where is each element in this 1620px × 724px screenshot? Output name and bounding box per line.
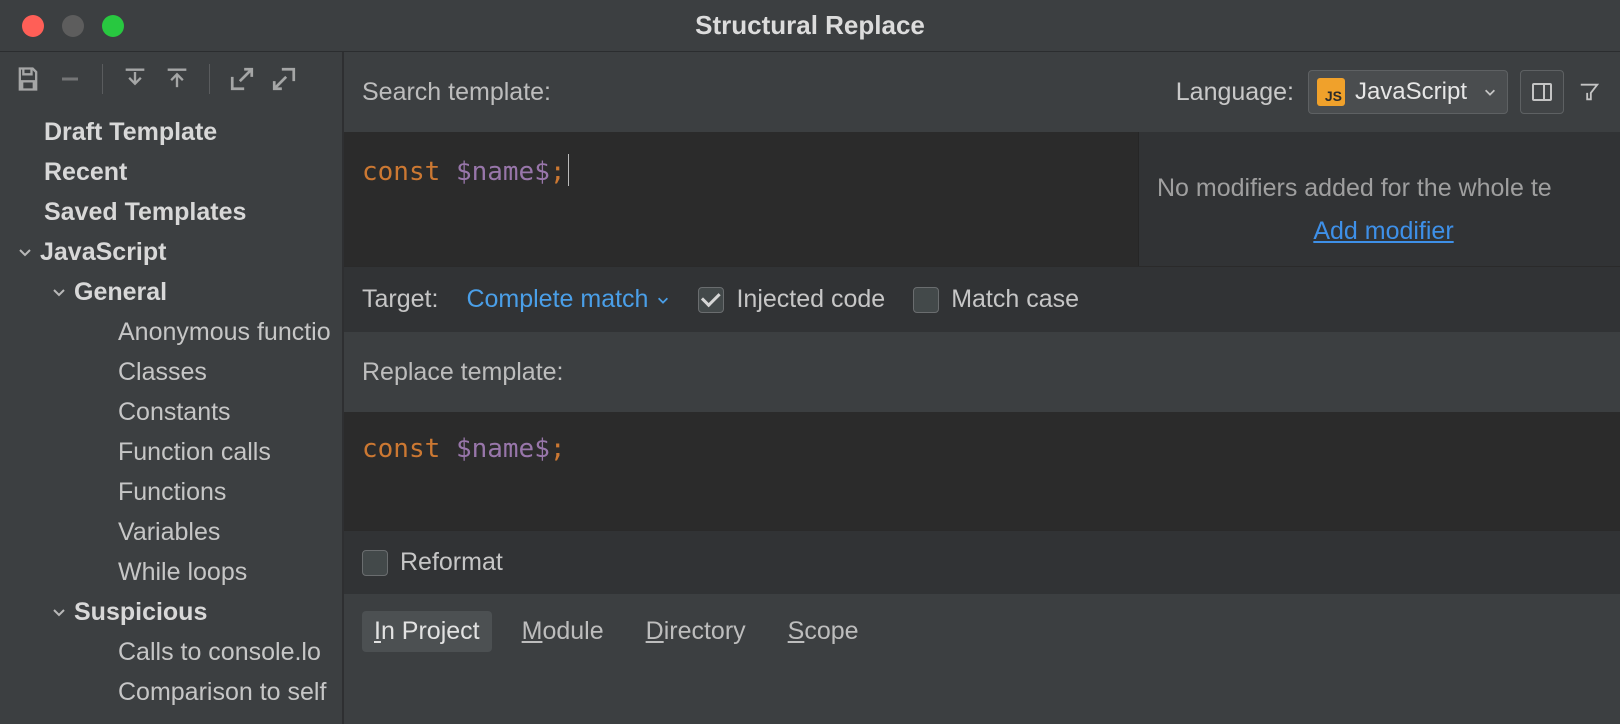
- template-sidebar: Draft Template Recent Saved Templates Ja…: [0, 52, 344, 724]
- tree-item-fcalls[interactable]: Function calls: [0, 432, 342, 472]
- separator: [209, 64, 210, 94]
- replace-template-label: Replace template:: [362, 358, 564, 387]
- expand-all-icon[interactable]: [117, 61, 153, 97]
- template-tree: Draft Template Recent Saved Templates Ja…: [0, 106, 342, 712]
- tree-item-consolelog[interactable]: Calls to console.lo: [0, 632, 342, 672]
- save-template-icon[interactable]: [10, 61, 46, 97]
- close-window-icon[interactable]: [22, 15, 44, 37]
- tree-item-recent[interactable]: Recent: [0, 152, 342, 192]
- tree-item-whileloops[interactable]: While loops: [0, 552, 342, 592]
- export-icon[interactable]: [224, 61, 260, 97]
- target-dropdown[interactable]: Complete match: [466, 285, 670, 314]
- text-caret: [568, 154, 569, 186]
- scope-tabs: In Project Module Directory Scope: [344, 594, 1620, 668]
- tree-item-variables[interactable]: Variables: [0, 512, 342, 552]
- modifiers-message: No modifiers added for the whole te: [1157, 174, 1610, 203]
- toggle-panel-button[interactable]: [1520, 70, 1564, 114]
- search-template-label: Search template:: [362, 78, 551, 107]
- chevron-down-icon: [656, 293, 670, 307]
- injected-code-checkbox[interactable]: Injected code: [698, 285, 885, 314]
- sidebar-toolbar: [0, 52, 342, 106]
- reformat-checkbox[interactable]: Reformat: [362, 548, 503, 577]
- scope-tab-scope[interactable]: Scope: [776, 611, 871, 652]
- replace-template-editor[interactable]: const $name$;: [344, 412, 1620, 530]
- replace-options-row: Reformat: [344, 530, 1620, 594]
- tree-item-javascript[interactable]: JavaScript: [0, 232, 342, 272]
- title-bar: Structural Replace: [0, 0, 1620, 52]
- remove-template-icon[interactable]: [52, 61, 88, 97]
- tree-item-selfcomp[interactable]: Comparison to self: [0, 672, 342, 712]
- checkbox-checked-icon: [698, 287, 724, 313]
- checkbox-unchecked-icon: [913, 287, 939, 313]
- minimize-window-icon[interactable]: [62, 15, 84, 37]
- tree-item-suspicious[interactable]: Suspicious: [0, 592, 342, 632]
- tree-item-general[interactable]: General: [0, 272, 342, 312]
- tree-item-functions[interactable]: Functions: [0, 472, 342, 512]
- tree-item-constants[interactable]: Constants: [0, 392, 342, 432]
- search-header: Search template: Language: JS JavaScript: [344, 52, 1620, 132]
- filter-icon[interactable]: [1576, 70, 1602, 114]
- chevron-down-icon: [48, 284, 70, 300]
- checkbox-unchecked-icon: [362, 550, 388, 576]
- add-modifier-link[interactable]: Add modifier: [1157, 217, 1610, 246]
- modifiers-panel: No modifiers added for the whole te Add …: [1138, 132, 1620, 266]
- chevron-down-icon: [14, 244, 36, 260]
- tree-item-saved[interactable]: Saved Templates: [0, 192, 342, 232]
- target-label: Target:: [362, 285, 438, 314]
- language-value: JavaScript: [1355, 78, 1467, 106]
- search-template-editor[interactable]: const $name$;: [344, 132, 1138, 266]
- chevron-down-icon: [48, 604, 70, 620]
- scope-tab-module[interactable]: Module: [510, 611, 616, 652]
- javascript-file-icon: JS: [1317, 78, 1345, 106]
- window-title: Structural Replace: [695, 10, 925, 41]
- tree-item-anon[interactable]: Anonymous functio: [0, 312, 342, 352]
- window-controls: [0, 15, 124, 37]
- main-panel: Search template: Language: JS JavaScript: [344, 52, 1620, 724]
- scope-tab-project[interactable]: In Project: [362, 611, 492, 652]
- tree-item-draft[interactable]: Draft Template: [0, 112, 342, 152]
- scope-tab-directory[interactable]: Directory: [634, 611, 758, 652]
- collapse-all-icon[interactable]: [159, 61, 195, 97]
- search-options-row: Target: Complete match Injected code Mat…: [344, 266, 1620, 332]
- separator: [102, 64, 103, 94]
- zoom-window-icon[interactable]: [102, 15, 124, 37]
- chevron-down-icon: [1483, 78, 1497, 106]
- tree-item-classes[interactable]: Classes: [0, 352, 342, 392]
- language-label: Language:: [1176, 78, 1294, 107]
- match-case-checkbox[interactable]: Match case: [913, 285, 1079, 314]
- import-icon[interactable]: [266, 61, 302, 97]
- language-dropdown[interactable]: JS JavaScript: [1308, 70, 1508, 114]
- replace-header: Replace template:: [344, 332, 1620, 412]
